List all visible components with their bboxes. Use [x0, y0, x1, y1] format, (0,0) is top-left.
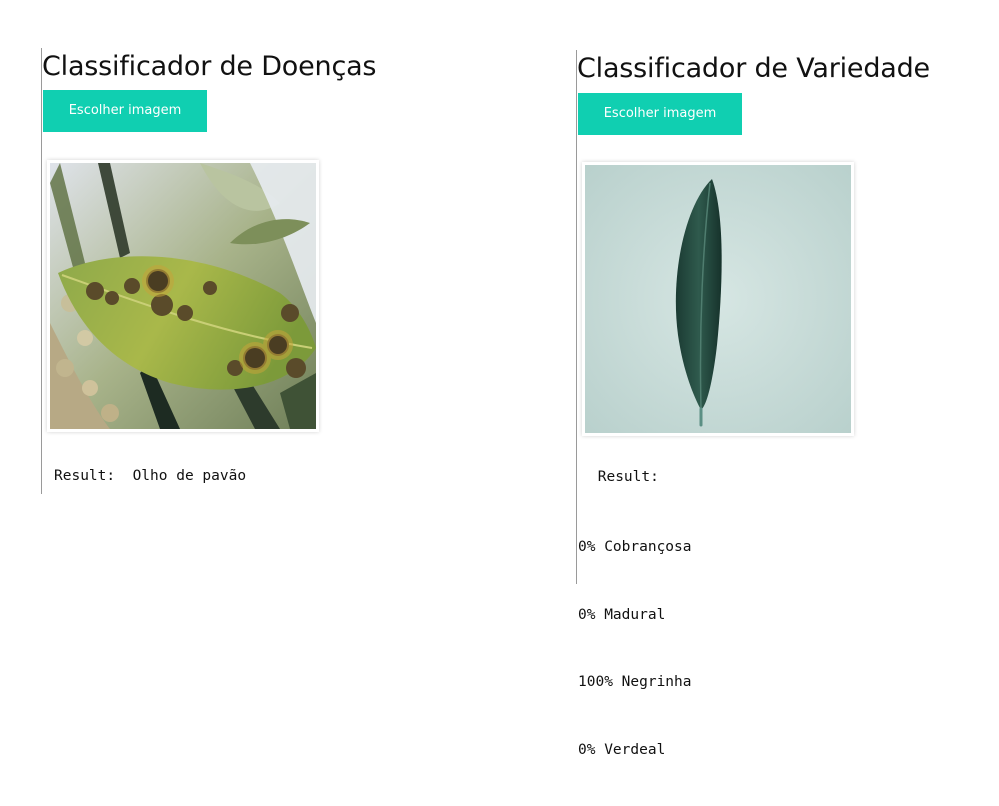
variety-result-label: Result: [589, 469, 659, 485]
variety-result-percent: 0% [578, 741, 596, 758]
variety-result-name: Madural [604, 606, 666, 623]
disease-leaf-image [47, 160, 319, 432]
disease-result-label: Result: [54, 468, 116, 484]
variety-result-percent: 0% [578, 606, 596, 623]
variety-result-label-text: Result: [597, 469, 659, 485]
variety-panel-title: Classificador de Variedade [577, 53, 930, 84]
variety-result-item: 0% Cobrançosa [578, 536, 692, 559]
variety-result-name: Negrinha [621, 674, 692, 690]
variety-result-name: Cobrançosa [604, 539, 692, 555]
variety-classifier-panel: Classificador de Variedade Escolher imag… [576, 50, 977, 758]
disease-result-value: Olho de pavão [132, 468, 247, 484]
variety-result-name: Verdeal [604, 741, 666, 758]
variety-result-item: 100% Negrinha [578, 671, 692, 694]
disease-result: Result: Olho de pavão [54, 465, 246, 487]
variety-result-percent: 0% [578, 539, 596, 555]
variety-result-item: 0% Madural [578, 604, 692, 627]
variety-result-list: 0% Cobrançosa 0% Madural 100% Negrinha 0… [578, 491, 692, 806]
olive-leaf-photo [585, 165, 851, 433]
variety-choose-image-button[interactable]: Escolher imagem [578, 93, 742, 135]
disease-classifier-panel: Classificador de Doenças Escolher imagem [41, 48, 442, 494]
disease-choose-image-button[interactable]: Escolher imagem [43, 90, 207, 132]
variety-result-percent: 100% [578, 674, 613, 690]
disease-panel-title: Classificador de Doenças [42, 51, 377, 82]
diseased-olive-leaf-photo [50, 163, 316, 429]
variety-leaf-image [582, 162, 854, 436]
variety-result-item: 0% Verdeal [578, 739, 692, 762]
